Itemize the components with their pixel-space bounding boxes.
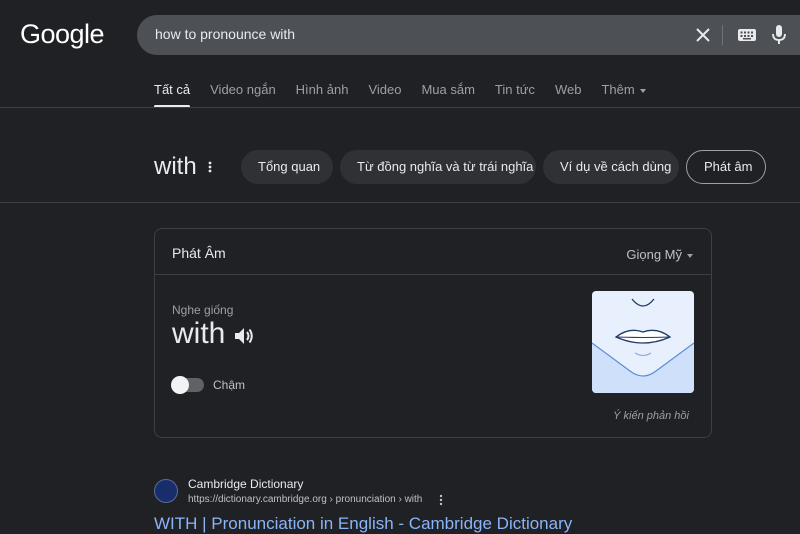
accent-select[interactable]: Giọng Mỹ	[626, 247, 693, 262]
search-bar[interactable]: how to pronounce with	[137, 15, 800, 55]
favicon	[154, 479, 178, 503]
tab-more[interactable]: Thêm	[601, 82, 646, 97]
speaker-icon[interactable]	[233, 326, 255, 346]
tab-videos[interactable]: Video	[368, 82, 401, 97]
keyboard-icon[interactable]	[737, 27, 757, 43]
tab-shopping[interactable]: Mua sắm	[421, 82, 474, 97]
tab-more-label: Thêm	[601, 82, 635, 97]
tab-short-videos[interactable]: Video ngắn	[210, 82, 276, 97]
mouth-illustration	[592, 291, 694, 393]
google-logo[interactable]: Google	[20, 19, 105, 50]
chip-synonyms[interactable]: Từ đồng nghĩa và từ trái nghĩa	[340, 150, 536, 184]
tab-images[interactable]: Hình ảnh	[296, 82, 349, 97]
slow-label: Chậm	[213, 378, 246, 392]
result-url[interactable]: https://dictionary.cambridge.org › pronu…	[188, 494, 422, 505]
term-title: with	[154, 153, 197, 180]
caret-down-icon	[639, 88, 646, 93]
accent-label: Giọng Mỹ	[626, 247, 682, 262]
search-tabs: Tất cả Video ngắn Hình ảnh Video Mua sắm…	[154, 82, 646, 108]
search-input[interactable]: how to pronounce with	[155, 26, 295, 42]
card-divider	[155, 274, 711, 275]
close-icon[interactable]	[693, 25, 713, 45]
toggle-knob	[171, 376, 189, 394]
chip-overview[interactable]: Tổng quan	[241, 150, 333, 184]
tab-news[interactable]: Tin tức	[495, 82, 535, 97]
section-divider	[0, 202, 800, 203]
kebab-icon[interactable]	[438, 494, 444, 506]
caret-down-icon	[687, 253, 693, 258]
pronounced-word: with	[172, 317, 226, 350]
tabs-divider	[0, 107, 800, 108]
kebab-icon[interactable]	[207, 160, 213, 174]
divider	[722, 25, 723, 45]
slow-toggle[interactable]	[171, 376, 204, 394]
tab-web[interactable]: Web	[555, 82, 582, 97]
tab-all[interactable]: Tất cả	[154, 82, 191, 108]
chip-examples[interactable]: Ví dụ về cách dùng	[543, 150, 679, 184]
result-title-link[interactable]: WITH | Pronunciation in English - Cambri…	[154, 514, 572, 534]
chip-pronunciation[interactable]: Phát âm	[686, 150, 766, 184]
mic-icon[interactable]	[771, 24, 787, 46]
sounds-like-label: Nghe giống	[172, 303, 234, 317]
card-title: Phát Âm	[172, 245, 226, 261]
pronunciation-card: Phát Âm Giọng Mỹ Nghe giống with Chậm Ý …	[154, 228, 712, 438]
result-site-name[interactable]: Cambridge Dictionary	[188, 477, 303, 491]
feedback-link[interactable]: Ý kiến phản hồi	[613, 410, 689, 422]
